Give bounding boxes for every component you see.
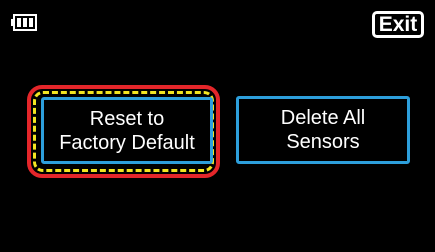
reset-factory-default-button[interactable]: Reset to Factory Default	[41, 97, 213, 164]
battery-icon	[11, 14, 37, 31]
reset-button-label-line2: Factory Default	[59, 131, 195, 154]
delete-button-label-line2: Sensors	[286, 131, 360, 153]
reset-button-label-line1: Reset to	[89, 107, 165, 130]
exit-button[interactable]: Exit	[372, 11, 424, 38]
delete-button-label-line1: Delete All	[280, 107, 366, 129]
delete-all-sensors-button[interactable]: Delete All Sensors	[236, 96, 410, 164]
